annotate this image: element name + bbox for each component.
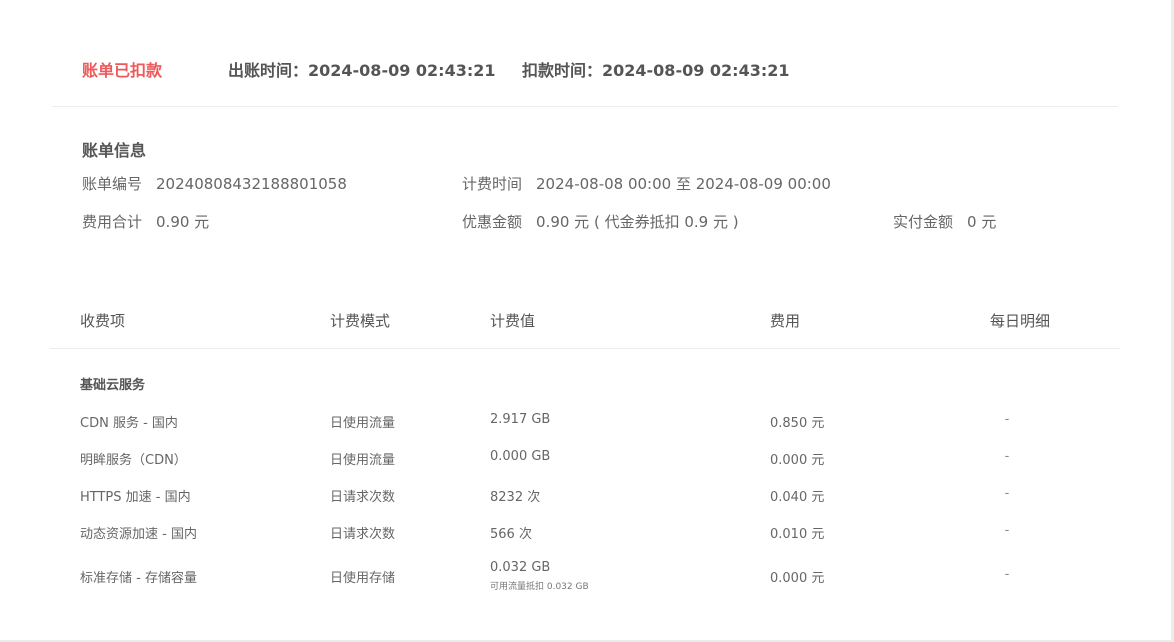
row-mode: 日使用流量 [330, 453, 396, 468]
discount-amount: 优惠金额 0.90 元 ( 代金券抵扣 0.9 元 ) [462, 211, 739, 232]
bill-number-label: 账单编号 [82, 175, 143, 193]
row-item: 明眸服务（CDN） [80, 453, 187, 468]
row-mode: 日使用存储 [330, 571, 396, 586]
fee-total: 费用合计 0.90 元 [82, 211, 209, 232]
row-mode: 日使用流量 [330, 416, 396, 431]
row-value: 566 次 [490, 527, 532, 542]
discount-amount-label: 优惠金额 [462, 213, 523, 231]
row-value: 0.000 GB [490, 449, 551, 464]
column-header-daily-detail: 每日明细 [990, 312, 1051, 330]
billing-period-label: 计费时间 [462, 175, 523, 193]
bill-info-title: 账单信息 [82, 141, 147, 160]
row-daily-detail: - [1004, 412, 1010, 427]
row-item: CDN 服务 - 国内 [80, 416, 178, 431]
row-daily-detail: - [1004, 486, 1010, 501]
row-fee: 0.850 元 [770, 416, 825, 431]
fee-total-value: 0.90 元 [156, 213, 210, 231]
paid-amount-value: 0 元 [967, 213, 997, 231]
row-value: 0.032 GB [490, 560, 551, 575]
bill-number-value: 20240808432188801058 [156, 175, 347, 193]
row-fee: 0.010 元 [770, 527, 825, 542]
row-value-note: 可用流量抵扣 0.032 GB [490, 582, 589, 592]
column-header-value: 计费值 [490, 312, 536, 330]
bill-number: 账单编号 20240808432188801058 [82, 173, 347, 194]
row-mode: 日请求次数 [330, 490, 396, 505]
status-badge: 账单已扣款 [82, 61, 163, 80]
paid-amount-label: 实付金额 [893, 213, 954, 231]
row-daily-detail: - [1004, 449, 1010, 464]
bill-status-row: 账单已扣款 出账时间：2024-08-09 02:43:21 扣款时间：2024… [82, 57, 1082, 80]
row-item: HTTPS 加速 - 国内 [80, 490, 191, 505]
row-item: 标准存储 - 存储容量 [80, 571, 197, 586]
section-title: 基础云服务 [80, 378, 146, 393]
row-fee: 0.000 元 [770, 571, 825, 586]
deduct-time: 扣款时间：2024-08-09 02:43:21 [522, 61, 790, 80]
row-value: 2.917 GB [490, 412, 551, 427]
row-mode: 日请求次数 [330, 527, 396, 542]
bill-time: 出账时间：2024-08-09 02:43:21 [228, 61, 496, 80]
row-daily-detail: - [1004, 567, 1010, 582]
row-value: 8232 次 [490, 490, 541, 505]
fee-total-label: 费用合计 [82, 213, 143, 231]
row-fee: 0.040 元 [770, 490, 825, 505]
row-daily-detail: - [1004, 523, 1010, 538]
column-header-mode: 计费模式 [330, 312, 391, 330]
divider [52, 106, 1118, 107]
paid-amount: 实付金额 0 元 [893, 211, 996, 232]
table-header-divider [50, 348, 1120, 349]
billing-period: 计费时间 2024-08-08 00:00 至 2024-08-09 00:00 [462, 173, 831, 194]
column-header-fee: 费用 [770, 312, 801, 330]
billing-period-value: 2024-08-08 00:00 至 2024-08-09 00:00 [536, 175, 831, 193]
discount-amount-value: 0.90 元 ( 代金券抵扣 0.9 元 ) [536, 213, 739, 231]
row-fee: 0.000 元 [770, 453, 825, 468]
column-header-item: 收费项 [80, 312, 126, 330]
row-item: 动态资源加速 - 国内 [80, 527, 197, 542]
